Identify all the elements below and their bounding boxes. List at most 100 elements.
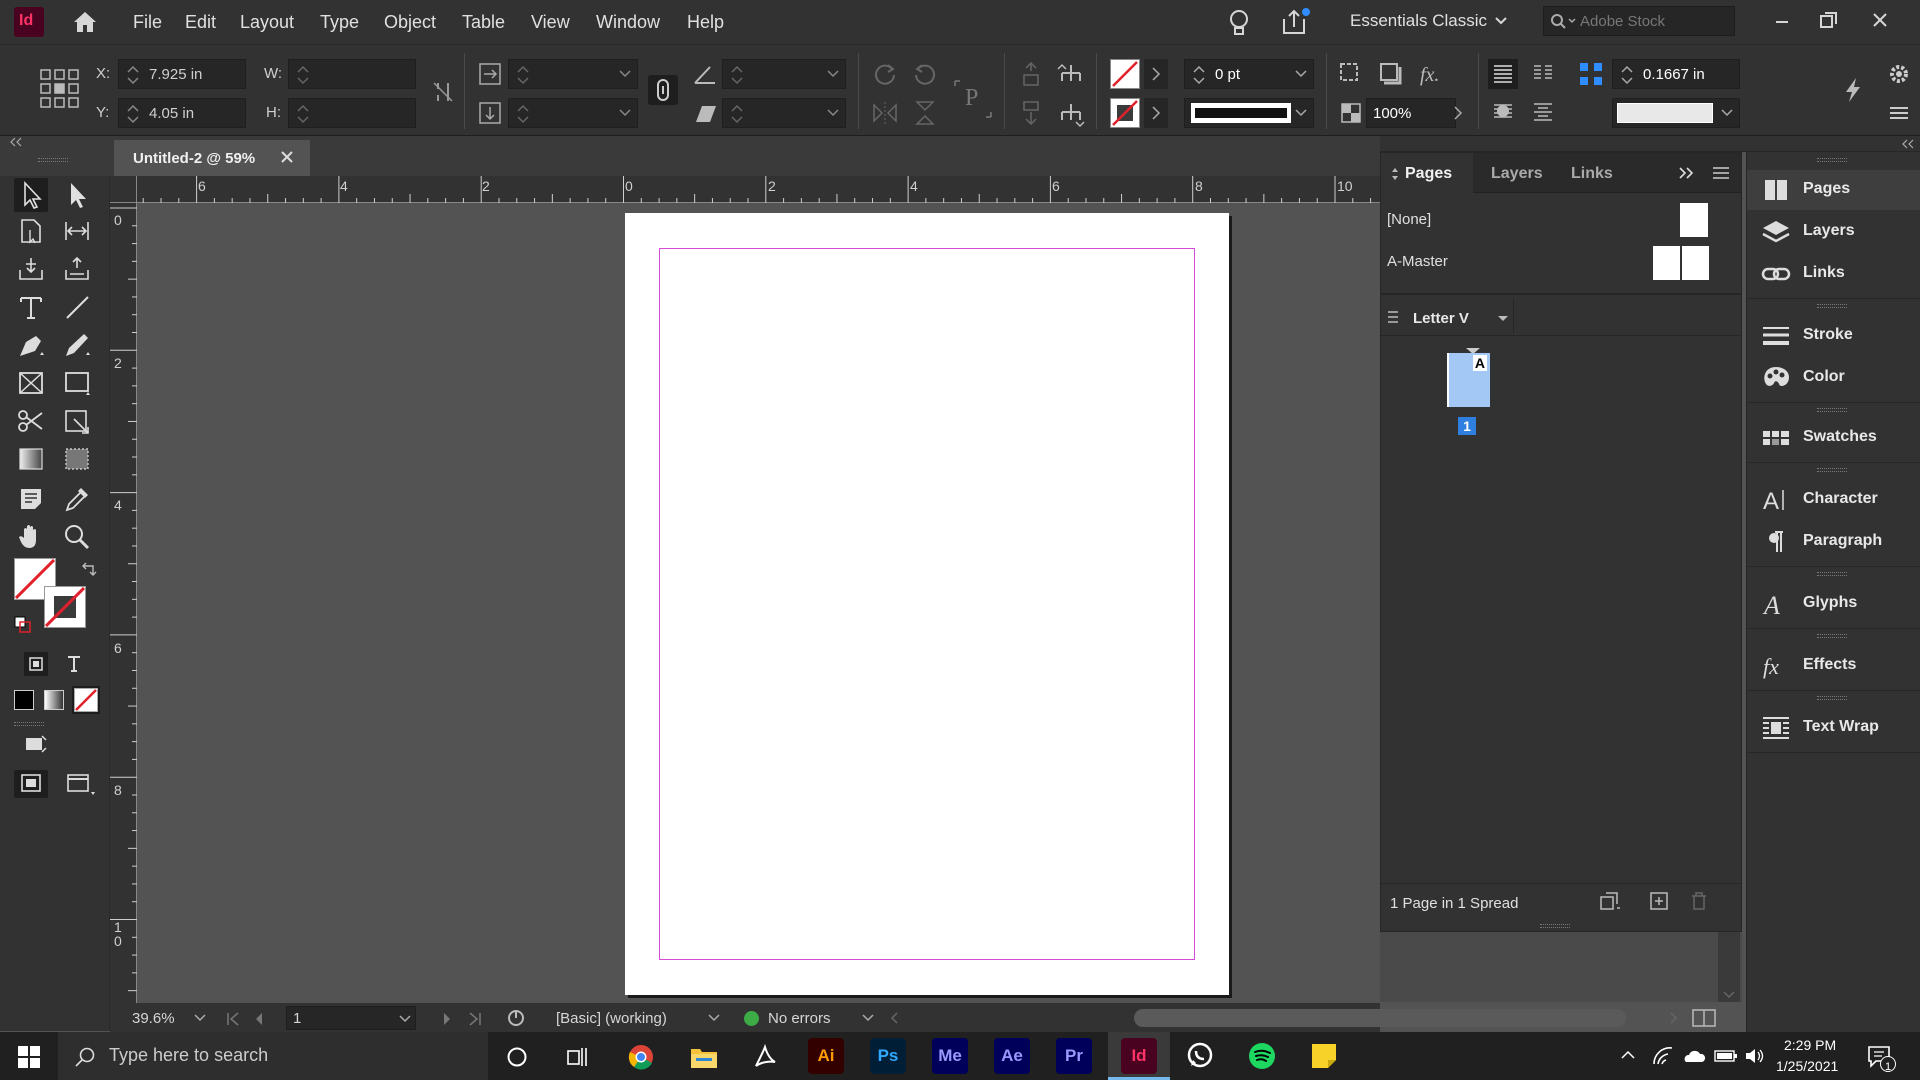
stepper-icon[interactable] [125, 64, 141, 86]
file-explorer-icon[interactable] [690, 1044, 718, 1070]
dock-text-wrap[interactable]: Text Wrap [1747, 708, 1920, 748]
flip-horizontal-icon[interactable] [870, 98, 900, 128]
chevron-down-icon[interactable] [708, 1014, 720, 1022]
type-tool-icon[interactable] [14, 290, 48, 324]
formatting-text-icon[interactable] [62, 652, 86, 676]
ruler-origin[interactable] [110, 176, 137, 203]
stepper-icon[interactable] [729, 103, 745, 125]
free-transform-tool-icon[interactable] [60, 404, 94, 438]
lightning-icon[interactable] [1838, 75, 1868, 105]
stepper-icon[interactable] [1191, 64, 1207, 86]
note-tool-icon[interactable] [14, 482, 48, 516]
text-columns-icon[interactable] [1528, 59, 1558, 89]
clock-time[interactable]: 2:29 PM [1784, 1037, 1836, 1053]
opacity-icon[interactable] [1336, 98, 1366, 128]
stepper-icon[interactable] [729, 64, 745, 86]
formatting-container-icon[interactable] [24, 652, 48, 676]
taskbar-search-box[interactable]: Type here to search [58, 1032, 488, 1080]
stroke-swatch[interactable] [44, 586, 86, 628]
next-page-icon[interactable] [442, 1012, 452, 1026]
chevron-down-icon[interactable] [1295, 108, 1307, 118]
dock-layers[interactable]: Layers [1747, 212, 1920, 252]
chrome-icon[interactable] [628, 1044, 654, 1070]
drop-shadow-icon[interactable] [1336, 59, 1366, 89]
zoom-tool-icon[interactable] [60, 520, 94, 554]
menu-layout[interactable]: Layout [240, 12, 294, 33]
panel-menu-icon[interactable] [1884, 98, 1914, 128]
media-encoder-icon[interactable]: Me [932, 1038, 968, 1074]
dock-glyphs[interactable]: A Glyphs [1747, 584, 1920, 624]
page-number-badge[interactable]: 1 [1458, 417, 1476, 435]
content-collector-icon[interactable] [14, 252, 48, 286]
rotate-ccw-icon[interactable] [910, 59, 940, 89]
dock-paragraph[interactable]: Paragraph [1747, 522, 1920, 562]
open-document-page-icon[interactable] [506, 1008, 530, 1028]
chevron-down-icon[interactable] [619, 108, 631, 118]
stepper-icon[interactable] [295, 103, 311, 125]
chevron-right-icon[interactable] [1144, 98, 1168, 128]
menu-table[interactable]: Table [462, 12, 505, 33]
a-master-thumb-right[interactable] [1682, 246, 1709, 280]
select-container-icon[interactable] [1016, 59, 1046, 89]
stepper-icon[interactable] [515, 64, 531, 86]
previous-page-icon[interactable] [254, 1012, 264, 1026]
shear-angle-icon[interactable] [690, 98, 720, 128]
acrobat-icon[interactable] [752, 1044, 778, 1070]
close-button[interactable] [1860, 6, 1900, 36]
new-page-icon[interactable] [1649, 891, 1669, 911]
collapse-toolbox-icon[interactable] [8, 136, 24, 148]
hand-tool-icon[interactable] [14, 520, 48, 554]
stepper-icon[interactable] [1619, 64, 1635, 86]
a-master-thumb-left[interactable] [1653, 246, 1680, 280]
stroke-weight-field[interactable]: 0 pt [1184, 59, 1314, 89]
page-thumbnail[interactable]: A [1447, 353, 1490, 407]
apply-color-icon[interactable] [14, 690, 34, 710]
after-effects-icon[interactable]: Ae [994, 1038, 1030, 1074]
panel-scroll-area[interactable] [1380, 932, 1742, 1002]
line-tool-icon[interactable] [60, 290, 94, 324]
onedrive-icon[interactable] [1682, 1048, 1706, 1064]
menu-help[interactable]: Help [687, 12, 724, 33]
page-size-menu-icon[interactable] [1387, 309, 1399, 325]
stepper-icon[interactable] [295, 64, 311, 86]
chevron-down-icon[interactable] [194, 1014, 206, 1022]
default-fill-stroke-icon[interactable] [14, 616, 32, 634]
object-style-field[interactable] [1612, 98, 1740, 128]
tab-pages[interactable]: Pages [1381, 153, 1473, 193]
gradient-swatch-tool-icon[interactable] [14, 442, 48, 476]
panel-dock-collapse[interactable] [1380, 136, 1920, 152]
chevron-down-icon[interactable] [619, 69, 631, 79]
drop-shadow-toggle-icon[interactable] [1376, 59, 1406, 89]
panel-menu-icon[interactable] [1711, 165, 1731, 181]
edit-in-incopy-icon[interactable] [22, 732, 50, 756]
document-page[interactable] [625, 213, 1229, 995]
clock-date[interactable]: 1/25/2021 [1776, 1058, 1838, 1074]
page-number-field[interactable]: 1 [286, 1006, 416, 1030]
scale-x-icon[interactable] [476, 59, 506, 89]
chevron-down-icon[interactable] [862, 1014, 874, 1022]
stroke-none-swatch[interactable] [1110, 98, 1140, 128]
spotify-icon[interactable] [1248, 1042, 1276, 1070]
reference-point-icon[interactable] [40, 69, 80, 109]
page-size-label[interactable]: Letter V [1413, 310, 1469, 327]
selection-tool-icon[interactable] [14, 178, 48, 212]
scroll-down-icon[interactable] [1722, 990, 1736, 1000]
preflight-errors[interactable]: No errors [768, 1010, 831, 1027]
a-master-label[interactable]: A-Master [1387, 253, 1448, 270]
delete-page-icon[interactable] [1689, 891, 1709, 911]
collapse-panels-icon[interactable] [1900, 138, 1916, 150]
close-tab-icon[interactable] [280, 150, 294, 164]
pages-panel-resize-grip[interactable] [1540, 924, 1570, 928]
menu-window[interactable]: Window [596, 12, 660, 33]
restore-button[interactable] [1808, 6, 1848, 36]
dock-stroke[interactable]: Stroke [1747, 316, 1920, 356]
cortana-icon[interactable] [506, 1046, 528, 1068]
direct-selection-tool-icon[interactable] [60, 178, 94, 212]
chevron-down-icon[interactable] [827, 69, 839, 79]
scale-y-field[interactable] [508, 98, 638, 128]
shear-field[interactable] [722, 98, 846, 128]
battery-icon[interactable] [1714, 1049, 1738, 1063]
screen-mode-icon[interactable] [64, 770, 98, 798]
rotate-angle-icon[interactable] [690, 59, 720, 89]
task-view-icon[interactable] [566, 1046, 590, 1068]
